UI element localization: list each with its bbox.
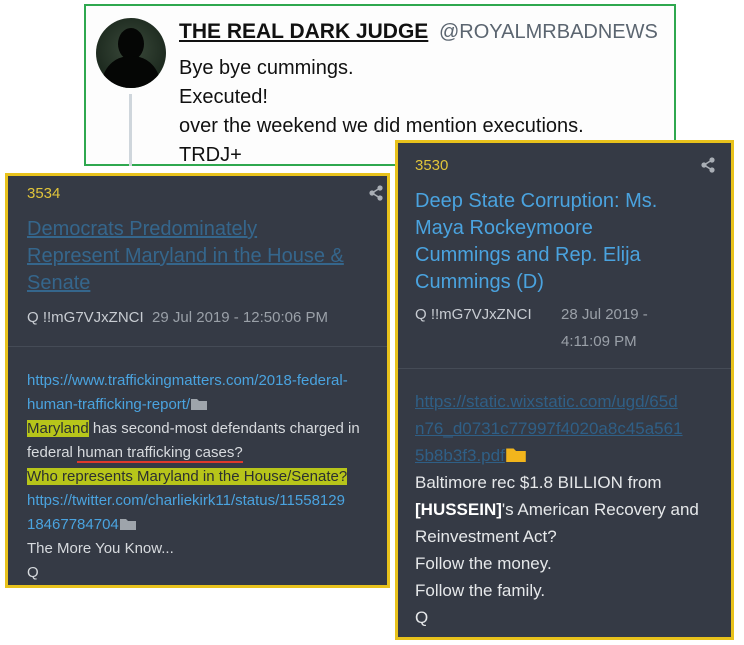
post-author: Q !!mG7VJxZNCI [27, 309, 144, 326]
avatar[interactable] [96, 18, 166, 88]
text-line: Reinvestment Act? [415, 527, 557, 546]
title-line: Democrats Predominately [27, 218, 258, 240]
link-line: human-trafficking-report/ [27, 393, 208, 417]
tweet-author-handle[interactable]: @ROYALMRBADNEWS [439, 21, 658, 44]
post-date: 29 Jul 2019 - 12:50:06 PM [152, 309, 328, 326]
text-line: [HUSSEIN]'s American Recovery and [415, 496, 699, 523]
text-line: federal human trafficking cases? [27, 441, 243, 465]
signature: Q [27, 564, 39, 581]
link-traffickingmatters-cont[interactable]: human-trafficking-report/ [27, 396, 190, 413]
link-pdf-cont[interactable]: n76_d0731c77997f4020a8c45a561 [415, 415, 683, 442]
bold-text: [HUSSEIN] [415, 500, 502, 519]
title-line: Senate [27, 272, 91, 294]
highlight-maryland: Maryland [27, 420, 89, 437]
folder-icon [506, 448, 526, 462]
divider [398, 368, 731, 369]
post-number: 3530 [415, 157, 449, 174]
post-time: 4:11:09 PM [561, 333, 637, 350]
title-line: Represent Maryland in the House & [27, 245, 344, 267]
text-span: has second-most defendants charged in [88, 420, 360, 437]
text-line: The More You Know... [27, 540, 174, 557]
share-icon[interactable] [700, 157, 716, 173]
post-title-link[interactable]: Deep State Corruption: Ms. Maya Rockeymo… [415, 188, 657, 296]
text-span: 's American Recovery and [501, 500, 699, 519]
tweet-line: Executed! [179, 86, 268, 108]
link-twitter-cont[interactable]: 18467784704 [27, 516, 119, 533]
title-line: Cummings (D) [415, 271, 544, 293]
underlined-text: human trafficking cases? [77, 444, 243, 463]
folder-icon [191, 399, 208, 410]
share-icon[interactable] [368, 185, 384, 201]
q-post-3530: 3530 Deep State Corruption: Ms. Maya Roc… [395, 140, 734, 640]
tweet-line: over the weekend we did mention executio… [179, 115, 584, 137]
q-post-3534: 3534 Democrats Predominately Represent M… [5, 173, 390, 588]
divider [8, 346, 387, 347]
title-line: Maya Rockeymoore [415, 217, 593, 239]
link-line: 5b8b3f3.pdf [415, 442, 527, 469]
post-date: 28 Jul 2019 - [561, 306, 648, 323]
post-meta: Q !!mG7VJxZNCI 29 Jul 2019 - 12:50:06 PM [27, 304, 328, 331]
post-author: Q !!mG7VJxZNCI [415, 306, 532, 323]
link-line: 18467784704 [27, 513, 137, 537]
tweet-author-name[interactable]: THE REAL DARK JUDGE [179, 20, 428, 44]
tweet-line: Bye bye cummings. [179, 57, 354, 79]
text-span: federal [27, 444, 78, 461]
folder-icon [119, 519, 136, 530]
text-line: Maryland has second-most defendants char… [27, 417, 360, 441]
text-line: Baltimore rec $1.8 BILLION from [415, 473, 662, 492]
highlight-question: Who represents Maryland in the House/Sen… [27, 468, 348, 485]
title-line: Deep State Corruption: Ms. [415, 190, 658, 212]
post-date-line: 28 Jul 2019 - 4:11:09 PM [561, 301, 648, 355]
text-line: Follow the money. [415, 554, 552, 573]
thread-line [129, 94, 132, 166]
signature: Q [415, 608, 429, 627]
link-twitter[interactable]: https://twitter.com/charliekirk11/status… [27, 489, 345, 513]
link-pdf-end[interactable]: 5b8b3f3.pdf [415, 446, 505, 465]
post-title-link[interactable]: Democrats Predominately Represent Maryla… [27, 216, 344, 297]
link-traffickingmatters[interactable]: https://www.traffickingmatters.com/2018-… [27, 369, 348, 393]
post-number: 3534 [27, 185, 61, 202]
title-line: Cummings and Rep. Elija [415, 244, 641, 266]
avatar-silhouette-shoulders [102, 56, 160, 88]
link-pdf[interactable]: https://static.wixstatic.com/ugd/65d [415, 388, 678, 415]
text-line: Who represents Maryland in the House/Sen… [27, 465, 348, 489]
text-line: Follow the family. [415, 581, 546, 600]
